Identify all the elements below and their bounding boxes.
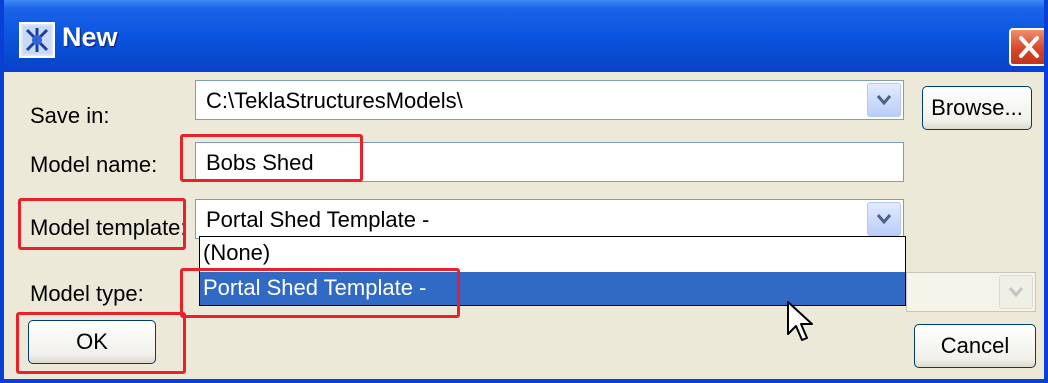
model-template-value: Portal Shed Template - [206, 207, 430, 232]
model-type-label: Model type: [30, 281, 144, 306]
close-icon[interactable] [1009, 28, 1044, 66]
title-bar[interactable]: New [4, 0, 1044, 72]
new-model-dialog: New Save in: C:\TeklaStructuresModels\ B… [0, 0, 1048, 383]
model-type-dropdown [906, 272, 1036, 312]
highlight-model-template-label [18, 198, 186, 250]
highlight-ok-button [16, 312, 186, 374]
save-in-label: Save in: [30, 103, 110, 128]
save-in-value: C:\TeklaStructuresModels\ [206, 88, 463, 113]
chevron-down-icon[interactable] [867, 202, 901, 236]
tekla-app-icon [19, 22, 55, 58]
browse-button[interactable]: Browse... [922, 86, 1032, 130]
mouse-cursor-icon [786, 300, 818, 351]
highlight-model-name [180, 134, 363, 182]
save-in-dropdown[interactable]: C:\TeklaStructuresModels\ [195, 80, 904, 120]
option-none[interactable]: (None) [200, 237, 905, 270]
window-title: New [62, 22, 118, 52]
model-template-dropdown[interactable]: Portal Shed Template - [195, 199, 904, 239]
cancel-button-label: Cancel [940, 333, 1010, 358]
cancel-button[interactable]: Cancel [914, 324, 1036, 368]
browse-button-label: Browse... [931, 95, 1023, 120]
chevron-down-icon[interactable] [867, 83, 901, 117]
highlight-portal-shed-option [180, 268, 460, 318]
chevron-down-icon [999, 275, 1033, 309]
model-name-label: Model name: [30, 152, 158, 177]
